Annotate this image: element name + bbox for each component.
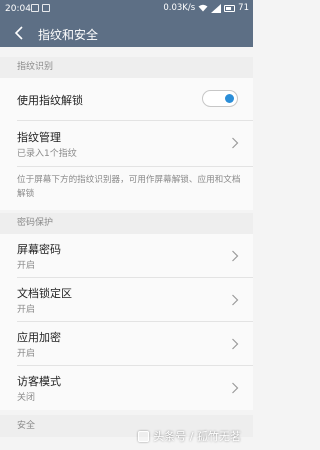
status-bar: 20:04 0.03K/s 71 [0, 0, 253, 20]
list-item-document-lock[interactable]: 文档锁定区 开启 [0, 278, 253, 321]
fingerprint-unlock-toggle[interactable] [202, 90, 238, 107]
network-speed: 0.03K/s [163, 3, 196, 13]
section-header-fingerprint: 指纹识别 [0, 57, 253, 78]
status-right: 0.03K/s 71 [163, 3, 249, 13]
item-label: 文档锁定区 [17, 287, 72, 300]
fingerprint-manage-row[interactable]: 指纹管理 已录入1个指纹 [0, 121, 253, 166]
app-bar: 20:04 0.03K/s 71 指纹和安全 [0, 0, 253, 47]
chevron-right-icon [232, 338, 239, 350]
list-item-app-encryption[interactable]: 应用加密 开启 [0, 322, 253, 365]
fingerprint-unlock-label: 使用指纹解锁 [17, 94, 83, 107]
chevron-right-icon [232, 137, 239, 149]
chevron-right-icon [232, 382, 239, 394]
mail-notification-icon [42, 4, 50, 12]
item-sub: 开启 [17, 305, 36, 315]
battery-level: 71 [238, 3, 249, 13]
item-sub: 关闭 [17, 393, 36, 403]
notification-icons [31, 4, 50, 12]
image-notification-icon [31, 4, 39, 12]
back-arrow-icon[interactable] [12, 25, 28, 41]
divider [17, 166, 253, 167]
chevron-right-icon [232, 294, 239, 306]
watermark-logo-icon [138, 430, 150, 442]
fingerprint-card: 使用指纹解锁 指纹管理 已录入1个指纹 位于屏幕下方的指纹识别器，可用作屏幕解锁… [0, 78, 253, 210]
fingerprint-hint: 位于屏幕下方的指纹识别器，可用作屏幕解锁、应用和文档解锁 [17, 175, 241, 199]
section-header-password: 密码保护 [0, 213, 253, 234]
signal-icon [211, 3, 222, 13]
wifi-icon [198, 4, 208, 12]
item-label: 应用加密 [17, 331, 61, 344]
item-sub: 开启 [17, 349, 36, 359]
password-card: 屏幕密码 开启 文档锁定区 开启 应用加密 开启 访客模式 关闭 [0, 234, 253, 410]
fingerprint-manage-label: 指纹管理 [17, 131, 61, 144]
status-time: 20:04 [5, 4, 31, 14]
watermark: 头条号 / 孤竹无茗 [138, 428, 241, 444]
fingerprint-manage-sub: 已录入1个指纹 [17, 149, 77, 159]
toggle-knob [225, 94, 234, 103]
list-item-screen-password[interactable]: 屏幕密码 开启 [0, 234, 253, 277]
fingerprint-unlock-row[interactable]: 使用指纹解锁 [0, 78, 253, 121]
list-item-guest-mode[interactable]: 访客模式 关闭 [0, 366, 253, 409]
title-bar: 指纹和安全 [0, 20, 253, 47]
item-sub: 开启 [17, 261, 36, 271]
watermark-text: 头条号 / 孤竹无茗 [153, 430, 241, 443]
chevron-right-icon [232, 250, 239, 262]
item-label: 访客模式 [17, 375, 61, 388]
item-label: 屏幕密码 [17, 243, 61, 256]
battery-icon [224, 4, 236, 12]
page-title: 指纹和安全 [38, 28, 99, 42]
